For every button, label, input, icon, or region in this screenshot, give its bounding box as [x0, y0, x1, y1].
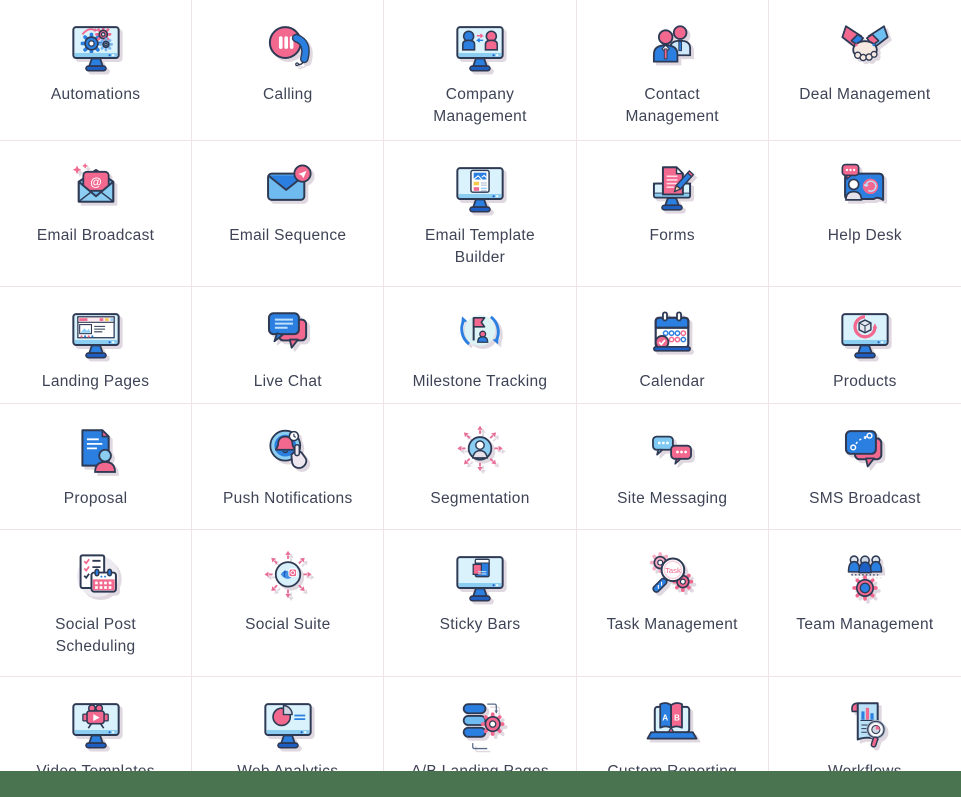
feature-label: Automations — [51, 84, 140, 106]
features-grid: Automations Calling Company Management C… — [0, 0, 961, 797]
custom-reporting-icon: A B — [643, 696, 701, 754]
web-analytics-icon — [259, 696, 317, 754]
feature-label: Help Desk — [828, 225, 902, 247]
svg-text:B: B — [674, 713, 680, 722]
feature-label: Sticky Bars — [440, 614, 521, 636]
social-post-scheduling-icon — [67, 549, 125, 607]
feature-label: Email Template Builder — [411, 225, 549, 269]
svg-text:Task: Task — [665, 566, 681, 575]
feature-cell[interactable]: Calendar — [577, 287, 769, 404]
sms-broadcast-icon — [836, 423, 894, 481]
feature-label: Segmentation — [430, 488, 529, 510]
milestone-tracking-icon — [451, 306, 509, 364]
feature-cell[interactable]: Forms — [577, 141, 769, 287]
feature-label: Deal Management — [799, 84, 930, 106]
site-messaging-icon — [643, 423, 701, 481]
sticky-bars-icon — [451, 549, 509, 607]
social-suite-icon: f — [259, 549, 317, 607]
feature-cell[interactable]: Contact Management — [577, 0, 769, 141]
automations-icon — [67, 19, 125, 77]
feature-cell[interactable]: Team Management — [769, 530, 961, 677]
feature-label: Contact Management — [603, 84, 741, 128]
feature-cell[interactable]: SMS Broadcast — [769, 404, 961, 530]
feature-label: Team Management — [796, 614, 933, 636]
feature-label: Live Chat — [254, 371, 322, 393]
feature-cell[interactable]: Help Desk — [769, 141, 961, 287]
help-desk-icon — [836, 160, 894, 218]
email-sequence-icon — [259, 160, 317, 218]
products-icon — [836, 306, 894, 364]
feature-cell[interactable]: Push Notifications — [192, 404, 384, 530]
feature-cell[interactable]: Site Messaging — [577, 404, 769, 530]
feature-label: Site Messaging — [617, 488, 727, 510]
calling-icon — [259, 19, 317, 77]
feature-label: Task Management — [607, 614, 738, 636]
svg-text:A: A — [662, 713, 668, 722]
feature-cell[interactable]: Task Task Management — [577, 530, 769, 677]
video-templates-icon — [67, 696, 125, 754]
feature-label: Milestone Tracking — [413, 371, 548, 393]
feature-label: Products — [833, 371, 897, 393]
feature-cell[interactable]: Sticky Bars — [384, 530, 576, 677]
feature-label: Email Sequence — [229, 225, 346, 247]
email-broadcast-icon: @ — [67, 160, 125, 218]
contact-management-icon — [643, 19, 701, 77]
feature-label: Social Suite — [245, 614, 330, 636]
feature-cell[interactable]: Automations — [0, 0, 192, 141]
feature-label: Landing Pages — [42, 371, 149, 393]
calendar-icon — [643, 306, 701, 364]
feature-cell[interactable]: Live Chat — [192, 287, 384, 404]
feature-cell[interactable]: Landing Pages — [0, 287, 192, 404]
feature-cell[interactable]: Social Post Scheduling — [0, 530, 192, 677]
workflows-icon — [836, 696, 894, 754]
feature-label: Calling — [263, 84, 313, 106]
live-chat-icon — [259, 306, 317, 364]
landing-pages-icon — [67, 306, 125, 364]
feature-cell[interactable]: Email Sequence — [192, 141, 384, 287]
email-template-builder-icon — [451, 160, 509, 218]
proposal-icon — [67, 423, 125, 481]
forms-icon — [643, 160, 701, 218]
feature-cell[interactable]: Products — [769, 287, 961, 404]
company-management-icon — [451, 19, 509, 77]
feature-cell[interactable]: Proposal — [0, 404, 192, 530]
feature-cell[interactable]: f Social Suite — [192, 530, 384, 677]
ab-landing-pages-icon — [451, 696, 509, 754]
feature-label: Forms — [649, 225, 694, 247]
feature-cell[interactable]: Company Management — [384, 0, 576, 141]
feature-cell[interactable]: @ Email Broadcast — [0, 141, 192, 287]
feature-label: Social Post Scheduling — [27, 614, 165, 658]
feature-label: Push Notifications — [223, 488, 352, 510]
feature-label: Company Management — [411, 84, 549, 128]
feature-label: Email Broadcast — [37, 225, 154, 247]
feature-label: Calendar — [640, 371, 705, 393]
feature-label: SMS Broadcast — [809, 488, 921, 510]
segmentation-icon — [451, 423, 509, 481]
feature-cell[interactable]: Deal Management — [769, 0, 961, 141]
feature-cell[interactable]: Calling — [192, 0, 384, 141]
push-notifications-icon — [259, 423, 317, 481]
feature-cell[interactable]: Milestone Tracking — [384, 287, 576, 404]
footer-bar — [0, 771, 961, 797]
feature-cell[interactable]: Segmentation — [384, 404, 576, 530]
svg-text:@: @ — [90, 176, 101, 189]
feature-cell[interactable]: Email Template Builder — [384, 141, 576, 287]
features-page: Automations Calling Company Management C… — [0, 0, 961, 797]
feature-label: Proposal — [64, 488, 128, 510]
team-management-icon — [836, 549, 894, 607]
deal-management-icon — [836, 19, 894, 77]
task-management-icon: Task — [643, 549, 701, 607]
